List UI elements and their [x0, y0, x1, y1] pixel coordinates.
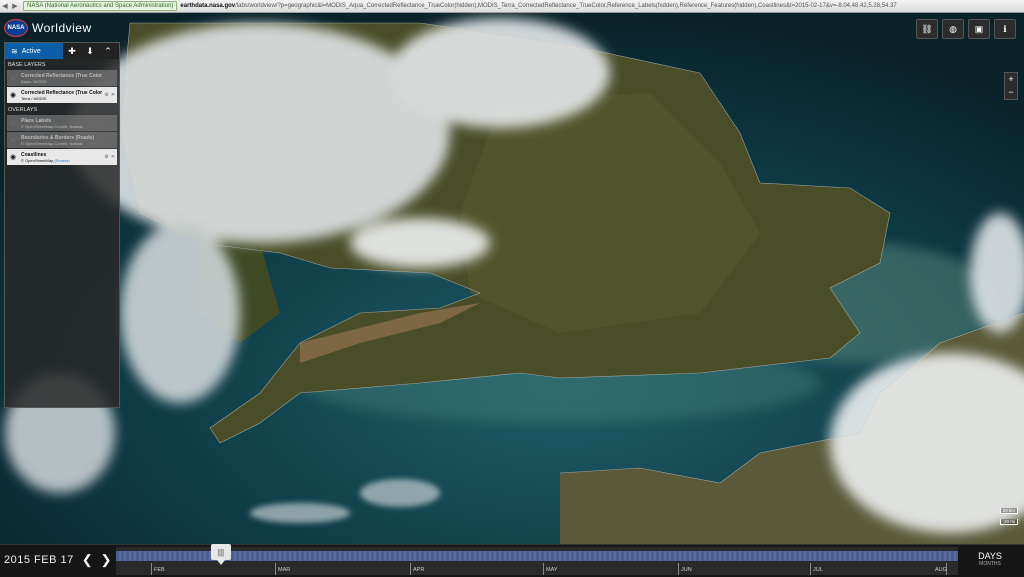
- zoom-control: + −: [1004, 72, 1018, 100]
- layer-item[interactable]: ◉ Coastlines © OpenStreetMap (Source) ⚙ …: [7, 149, 117, 165]
- layer-options-icon[interactable]: ⚙: [104, 154, 108, 160]
- snapshot-button[interactable]: ▣: [968, 19, 990, 39]
- layer-source: Terra / MODIS: [21, 95, 47, 101]
- remove-layer-icon[interactable]: ✕: [111, 154, 115, 160]
- visible-eye-icon[interactable]: ◉: [9, 153, 17, 161]
- info-button[interactable]: ℹ: [994, 19, 1016, 39]
- secure-site-badge: NASA (National Aeronautics and Space Adm…: [23, 1, 178, 11]
- app-title: Worldview: [32, 21, 92, 35]
- hidden-eye-icon[interactable]: ◌: [9, 75, 17, 82]
- scale-km: 20 km: [999, 508, 1018, 514]
- month-label[interactable]: JUN: [681, 567, 692, 573]
- info-icon: ℹ: [1003, 23, 1007, 34]
- nasa-logo: NASA: [4, 19, 28, 37]
- current-date[interactable]: 2015 FEB 17: [4, 554, 74, 566]
- link-icon: ⛓: [921, 23, 933, 34]
- timeline: 2015 FEB 17 ❮ ❯ FEB MAR APR MAY JUN JUL …: [0, 544, 1024, 577]
- panel-tabs: ≋ Active ✚ ⬇ ⌃: [5, 43, 119, 59]
- layer-item[interactable]: ◌ Corrected Reflectance (True Color) Aqu…: [7, 70, 117, 86]
- timeline-track[interactable]: FEB MAR APR MAY JUN JUL AUG |||: [116, 544, 958, 575]
- tab-active-layers[interactable]: ≋ Active: [5, 43, 63, 59]
- layer-source: Aqua / MODIS: [21, 78, 47, 84]
- worldview-logo[interactable]: NASA Worldview: [4, 19, 92, 37]
- month-label[interactable]: MAY: [546, 567, 558, 573]
- month-label[interactable]: MAR: [278, 567, 290, 573]
- globe-icon: ◍: [949, 23, 957, 34]
- layer-source: © OpenStreetMap (Source): [21, 158, 102, 163]
- satellite-imagery: [0, 13, 1024, 544]
- date-selector: 2015 FEB 17 ❮ ❯: [4, 552, 112, 568]
- collapse-panel-button[interactable]: ⌃: [99, 46, 117, 57]
- chevron-right-icon: ❯: [100, 552, 112, 567]
- layers-stack-icon: ≋: [11, 46, 18, 56]
- remove-layer-icon[interactable]: ✕: [111, 120, 115, 126]
- overlays-heading: Overlays: [8, 107, 38, 113]
- url-path[interactable]: /labs/worldview/?p=geographic&l=MODIS_Aq…: [235, 3, 897, 9]
- chevron-left-icon: ❮: [81, 552, 93, 567]
- remove-layer-icon[interactable]: ✕: [111, 75, 115, 81]
- layer-name: Corrected Reflectance (True Color): [21, 89, 103, 96]
- hidden-eye-icon[interactable]: ◌: [9, 137, 17, 144]
- map-toolbar: ⛓ ◍ ▣ ℹ: [916, 19, 1016, 39]
- browser-url-bar[interactable]: ◀ ▶ NASA (National Aeronautics and Space…: [0, 0, 1024, 13]
- satellite-map[interactable]: [0, 13, 1024, 544]
- download-icon: ⬇: [86, 45, 94, 56]
- camera-icon: ▣: [974, 23, 984, 34]
- visible-eye-icon[interactable]: ◉: [9, 91, 17, 99]
- layer-item[interactable]: ◉ Corrected Reflectance (True Color) Ter…: [7, 87, 117, 103]
- scale-bar: 20 km 20 mi: [999, 508, 1018, 530]
- scale-mi: 20 mi: [999, 519, 1018, 525]
- month-label[interactable]: AUG: [935, 567, 947, 573]
- download-button[interactable]: ⬇: [81, 46, 99, 57]
- chevron-up-icon: ⌃: [104, 45, 112, 56]
- prev-day-button[interactable]: ❮: [82, 552, 93, 568]
- layer-item[interactable]: ◌ Place Labels © OpenStreetMap Contrib. …: [7, 115, 117, 131]
- month-label[interactable]: APR: [413, 567, 424, 573]
- back-icon[interactable]: ◀: [0, 2, 10, 10]
- share-link-button[interactable]: ⛓: [916, 19, 938, 39]
- plus-icon: ✚: [68, 45, 76, 56]
- layer-panel: ≋ Active ✚ ⬇ ⌃ Base Layers ◌ Corrected R…: [4, 42, 120, 408]
- layer-name: Boundaries & Borders (Roads): [21, 134, 95, 141]
- timeline-zoom-level[interactable]: DAYS MONTHS: [960, 547, 1020, 575]
- layer-source: © OpenStreetMap Contrib. Natural: [21, 123, 83, 129]
- remove-layer-icon[interactable]: ✕: [111, 92, 115, 98]
- forward-icon[interactable]: ▶: [10, 2, 20, 10]
- layer-source: © OpenStreetMap Contrib. Natural: [21, 140, 83, 146]
- remove-layer-icon[interactable]: ✕: [111, 137, 115, 143]
- add-layers-button[interactable]: ✚: [63, 46, 81, 57]
- data-availability-band: [116, 551, 958, 561]
- tab-active-label: Active: [21, 47, 41, 55]
- hidden-eye-icon[interactable]: ◌: [9, 120, 17, 127]
- timeline-handle[interactable]: |||: [211, 544, 231, 565]
- month-ticks: FEB MAR APR MAY JUN JUL AUG: [116, 563, 958, 575]
- month-label[interactable]: FEB: [154, 567, 165, 573]
- layer-name: Corrected Reflectance (True Color): [21, 72, 103, 79]
- layer-options-icon[interactable]: ⚙: [104, 92, 108, 98]
- grip-icon: |||: [217, 547, 225, 557]
- layer-options-icon[interactable]: ⚙: [104, 75, 108, 81]
- layer-source-prefix: © OpenStreetMap: [21, 157, 55, 163]
- source-link[interactable]: (Source): [54, 158, 69, 163]
- next-day-button[interactable]: ❯: [101, 552, 112, 568]
- month-label[interactable]: JUL: [813, 567, 823, 573]
- zoom-level-sub: MONTHS: [979, 561, 1001, 567]
- zoom-level-label: DAYS: [978, 551, 1002, 561]
- url-host[interactable]: earthdata.nasa.gov: [180, 3, 235, 9]
- base-layers-heading: Base Layers: [8, 62, 46, 68]
- layer-options-icon[interactable]: ⚙: [104, 137, 108, 143]
- layer-options-icon[interactable]: ⚙: [104, 120, 108, 126]
- zoom-out-button[interactable]: −: [1005, 86, 1017, 99]
- layer-item[interactable]: ◌ Boundaries & Borders (Roads) © OpenStr…: [7, 132, 117, 148]
- projection-button[interactable]: ◍: [942, 19, 964, 39]
- zoom-in-button[interactable]: +: [1005, 73, 1017, 86]
